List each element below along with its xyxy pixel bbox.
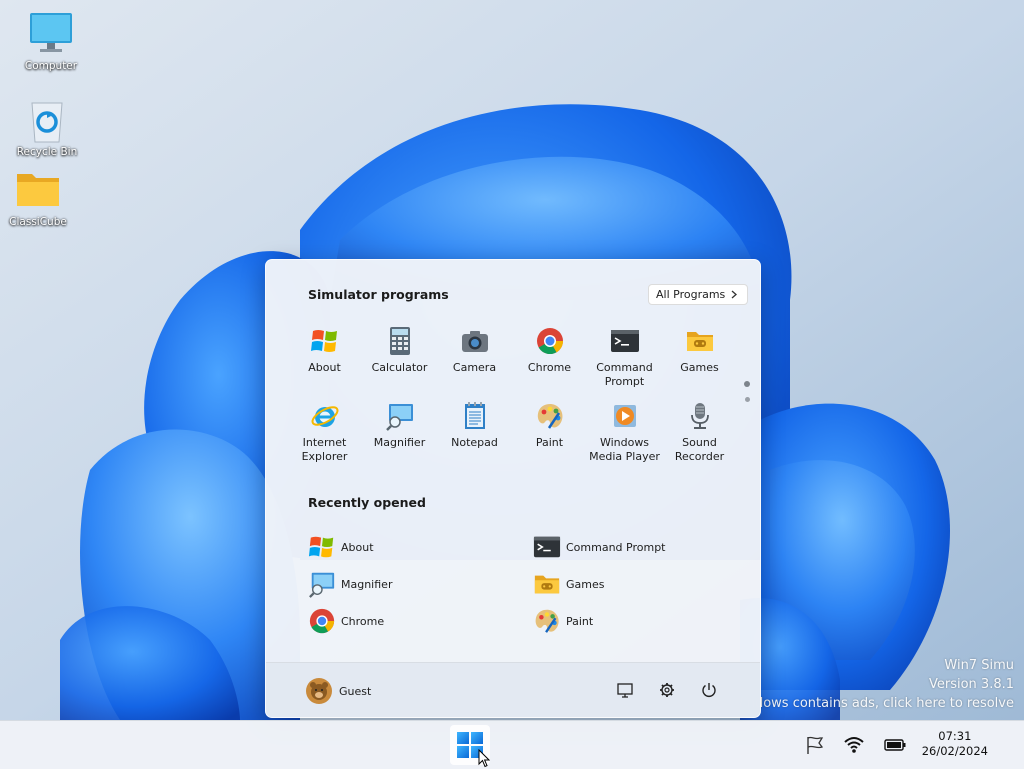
program-label: Sound Recorder bbox=[674, 436, 725, 463]
chevron-right-icon bbox=[731, 290, 738, 299]
program-internet-explorer[interactable]: Internet Explorer bbox=[287, 401, 362, 464]
monitor-icon bbox=[617, 683, 633, 698]
recent-section-title: Recently opened bbox=[308, 495, 426, 510]
page-dot-active[interactable] bbox=[744, 381, 750, 387]
gear-icon bbox=[660, 683, 674, 697]
recent-item-label: About bbox=[341, 540, 374, 554]
program-label: Command Prompt bbox=[596, 361, 653, 388]
paint-palette-icon bbox=[533, 607, 561, 635]
program-label: About bbox=[308, 361, 341, 374]
games-folder-icon bbox=[685, 326, 715, 356]
recent-item-label: Command Prompt bbox=[566, 540, 666, 554]
terminal-icon bbox=[610, 326, 640, 356]
desktop-icon-label: Computer bbox=[24, 60, 78, 72]
program-notepad[interactable]: Notepad bbox=[437, 401, 512, 450]
settings-button[interactable] bbox=[657, 680, 677, 700]
camera-icon bbox=[460, 326, 490, 356]
computer-icon bbox=[28, 12, 74, 58]
recent-item-about[interactable]: About bbox=[308, 533, 374, 561]
calculator-icon bbox=[385, 326, 415, 356]
program-label: Calculator bbox=[371, 361, 428, 374]
program-sound-recorder[interactable]: Sound Recorder bbox=[662, 401, 737, 464]
program-windows-media-player[interactable]: Windows Media Player bbox=[587, 401, 662, 464]
recent-item-label: Chrome bbox=[341, 614, 385, 628]
battery-status[interactable] bbox=[884, 734, 906, 756]
media-player-icon bbox=[610, 401, 640, 431]
programs-section-title: Simulator programs bbox=[308, 287, 449, 302]
program-label: Windows Media Player bbox=[589, 436, 660, 463]
battery-icon bbox=[884, 739, 906, 751]
program-label: Games bbox=[680, 361, 719, 374]
activation-watermark[interactable]: Win7 Simu Version 3.8.1 Windows contains… bbox=[731, 656, 1014, 713]
recent-item-paint[interactable]: Paint bbox=[533, 607, 593, 635]
internet-explorer-icon bbox=[310, 401, 340, 431]
magnifier-icon bbox=[385, 401, 415, 431]
action-center-flag[interactable] bbox=[804, 734, 826, 756]
recent-item-games[interactable]: Games bbox=[533, 570, 604, 598]
taskbar-clock[interactable]: 07:31 26/02/2024 bbox=[922, 729, 988, 759]
program-magnifier[interactable]: Magnifier bbox=[362, 401, 437, 450]
windows-flag-icon bbox=[310, 326, 340, 356]
program-calculator[interactable]: Calculator bbox=[362, 326, 437, 375]
recent-item-command-prompt[interactable]: Command Prompt bbox=[533, 533, 666, 561]
power-button[interactable] bbox=[699, 680, 719, 700]
desktop-icon-label: ClassiCube bbox=[9, 216, 67, 228]
power-icon bbox=[702, 683, 716, 697]
program-command-prompt[interactable]: Command Prompt bbox=[587, 326, 662, 389]
recent-item-label: Magnifier bbox=[341, 577, 393, 591]
all-programs-button[interactable]: All Programs bbox=[648, 284, 749, 305]
program-paint[interactable]: Paint bbox=[512, 401, 587, 450]
folder-icon bbox=[15, 168, 61, 214]
program-label: Camera bbox=[452, 361, 497, 374]
chrome-icon bbox=[308, 607, 336, 635]
program-label: Chrome bbox=[527, 361, 572, 374]
taskbar: 07:31 26/02/2024 bbox=[0, 720, 1024, 769]
program-label: Paint bbox=[535, 436, 564, 449]
terminal-icon bbox=[533, 533, 561, 561]
magnifier-icon bbox=[308, 570, 336, 598]
program-label: Magnifier bbox=[373, 436, 426, 449]
flag-icon bbox=[807, 736, 824, 754]
watermark-line: Version 3.8.1 bbox=[928, 677, 1014, 692]
microphone-icon bbox=[685, 401, 715, 431]
watermark-ads-link[interactable]: Windows contains ads, click here to reso… bbox=[731, 694, 1014, 713]
wifi-icon bbox=[844, 737, 864, 753]
user-account-button[interactable]: Guest bbox=[306, 678, 371, 704]
paint-palette-icon bbox=[535, 401, 565, 431]
page-dot[interactable] bbox=[744, 397, 750, 402]
network-status[interactable] bbox=[843, 734, 865, 756]
windows-flag-icon bbox=[308, 533, 336, 561]
clock-time: 07:31 bbox=[938, 729, 972, 743]
desktop-icon-computer[interactable]: Computer bbox=[13, 12, 89, 72]
program-camera[interactable]: Camera bbox=[437, 326, 512, 375]
recent-item-chrome[interactable]: Chrome bbox=[308, 607, 384, 635]
recent-item-magnifier[interactable]: Magnifier bbox=[308, 570, 392, 598]
program-chrome[interactable]: Chrome bbox=[512, 326, 587, 375]
mouse-cursor-icon bbox=[478, 749, 490, 768]
start-menu-footer: Guest bbox=[266, 662, 760, 717]
desktop-icon-recycle-bin[interactable]: Recycle Bin bbox=[9, 98, 85, 158]
watermark-line: Win7 Simu bbox=[944, 658, 1014, 673]
games-folder-icon bbox=[533, 570, 561, 598]
recent-item-label: Paint bbox=[566, 614, 594, 628]
program-label: Internet Explorer bbox=[301, 436, 348, 463]
chrome-icon bbox=[535, 326, 565, 356]
all-programs-label: All Programs bbox=[656, 288, 726, 301]
clock-date: 26/02/2024 bbox=[921, 744, 988, 758]
program-games[interactable]: Games bbox=[662, 326, 737, 375]
desktop-icon-label: Recycle Bin bbox=[16, 146, 78, 158]
desktop-button[interactable] bbox=[615, 680, 635, 700]
notepad-icon bbox=[460, 401, 490, 431]
user-name: Guest bbox=[339, 684, 372, 698]
start-menu: Simulator programs All Programs About Ca… bbox=[265, 259, 761, 718]
desktop-icon-classicube[interactable]: ClassiCube bbox=[0, 168, 76, 228]
avatar bbox=[306, 678, 332, 704]
recent-item-label: Games bbox=[566, 577, 605, 591]
program-label: Notepad bbox=[451, 436, 498, 449]
program-about[interactable]: About bbox=[287, 326, 362, 375]
recycle-bin-icon bbox=[24, 98, 70, 144]
